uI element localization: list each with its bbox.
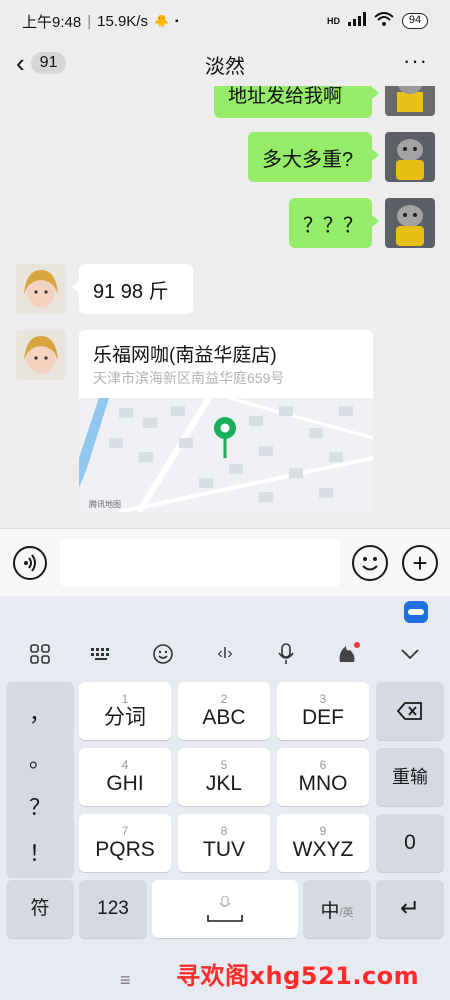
keyboard-icon[interactable]	[86, 639, 116, 669]
message-text: 多大多重?	[262, 148, 354, 171]
key-label: MNO	[298, 772, 348, 795]
watermark-text: 寻欢阁xhg521.com	[176, 962, 420, 990]
signal-icon	[348, 12, 366, 30]
collapse-icon[interactable]	[395, 639, 425, 669]
location-message-card[interactable]: 乐福网咖(南益华庭店) 天津市滨海新区南益华庭659号 腾讯地图	[79, 330, 373, 512]
lang-sub-label: /英	[339, 907, 354, 919]
key-label: ABC	[202, 706, 246, 729]
symbol-comma[interactable]: ，	[6, 696, 74, 728]
key-label: 0	[404, 831, 416, 854]
network-speed: 15.9K/s	[97, 12, 148, 30]
location-map[interactable]: 腾讯地图	[79, 396, 373, 512]
keyboard-toolbar: ‹I›	[0, 631, 450, 675]
key-number: 6	[319, 758, 327, 772]
hd-icon: HD	[327, 16, 340, 26]
space-key[interactable]	[152, 880, 298, 938]
key-label: DEF	[302, 706, 344, 729]
ime-keyboard: ‹I› ， 。 ？ ！ 1 分词 2 ABC 3 DEF 4 GHI 5 JKL…	[0, 597, 450, 1000]
key-number: 4	[121, 758, 129, 772]
backspace-icon	[397, 702, 422, 720]
chat-header: ‹ 91 淡然 ···	[0, 42, 450, 86]
map-credit: 腾讯地图	[89, 500, 121, 509]
key-number: 3	[319, 692, 327, 706]
space-bar-icon	[207, 915, 243, 922]
message-text: 91 98 斤	[93, 280, 169, 303]
key-number: 8	[220, 824, 228, 838]
message-bubble-outgoing[interactable]: 地址发给我啊	[214, 86, 379, 118]
status-time: 上午9:48	[22, 13, 82, 31]
message-bubble-outgoing[interactable]: 多大多重?	[248, 132, 379, 182]
key-4[interactable]: 4 GHI	[79, 748, 171, 806]
key-number: 5	[220, 758, 228, 772]
lang-main-label: 中	[320, 900, 340, 922]
my-avatar[interactable]	[385, 86, 435, 116]
language-switch-key[interactable]: 中 /英	[303, 880, 371, 938]
zero-key[interactable]: 0	[376, 814, 444, 872]
symbol-question[interactable]: ？	[6, 790, 74, 822]
my-avatar[interactable]	[385, 198, 435, 248]
backspace-key[interactable]	[376, 682, 444, 740]
grid-icon[interactable]	[25, 639, 55, 669]
more-options-button[interactable]: ···	[403, 48, 428, 74]
message-list[interactable]: 地址发给我啊 多大多重? ？？？ 91 98 斤 乐福网咖(南益华庭店) 天津市…	[0, 86, 450, 526]
key-label: TUV	[203, 838, 245, 861]
enter-icon: ↵	[399, 895, 421, 922]
tiny-dot-icon: ▪	[174, 15, 179, 27]
contact-avatar[interactable]	[16, 330, 66, 380]
message-input-bar: +	[0, 528, 450, 596]
key-5[interactable]: 5 JKL	[178, 748, 270, 806]
key-2[interactable]: 2 ABC	[178, 682, 270, 740]
more-actions-button[interactable]: +	[402, 545, 438, 581]
key-number: 1	[121, 692, 129, 706]
key-label: JKL	[205, 772, 243, 795]
numbers-key[interactable]: 123	[79, 880, 147, 938]
space-mic-icon	[219, 896, 231, 908]
key-9[interactable]: 9 WXYZ	[277, 814, 369, 872]
mic-icon[interactable]	[271, 639, 301, 669]
cursor-icon[interactable]: ‹I›	[210, 639, 240, 669]
key-1[interactable]: 1 分词	[79, 682, 171, 740]
reenter-key[interactable]: 重输	[376, 748, 444, 806]
key-6[interactable]: 6 MNO	[277, 748, 369, 806]
notification-icon: 🐥	[153, 14, 169, 28]
status-divider: |	[87, 12, 92, 30]
message-text: 地址发给我啊	[228, 86, 343, 107]
message-bubble-incoming[interactable]: 91 98 斤	[72, 264, 193, 314]
symbol-exclamation[interactable]: ！	[6, 836, 74, 868]
key-label: PQRS	[95, 838, 155, 861]
key-label: 123	[97, 898, 129, 919]
skin-icon[interactable]	[333, 639, 363, 669]
voice-input-button[interactable]	[13, 546, 47, 580]
key-8[interactable]: 8 TUV	[178, 814, 270, 872]
emoji-button[interactable]	[352, 545, 388, 581]
symbols-key[interactable]: 符	[6, 880, 74, 938]
location-address: 天津市滨海新区南益华庭659号	[93, 370, 285, 386]
key-number: 9	[319, 824, 327, 838]
menu-icon[interactable]: ≡	[120, 970, 131, 991]
contact-avatar[interactable]	[16, 264, 66, 314]
chat-title: 淡然	[205, 56, 245, 78]
emoji-icon[interactable]	[148, 639, 178, 669]
key-label: 重输	[392, 767, 428, 787]
battery-indicator: 94	[402, 13, 428, 29]
key-label: WXYZ	[292, 838, 354, 861]
enter-key[interactable]: ↵	[376, 880, 444, 938]
wifi-icon	[374, 12, 394, 30]
message-input[interactable]	[60, 539, 340, 587]
key-label: 分词	[104, 706, 146, 729]
my-avatar[interactable]	[385, 132, 435, 182]
key-label: GHI	[106, 772, 144, 795]
key-3[interactable]: 3 DEF	[277, 682, 369, 740]
ime-mascot-icon[interactable]	[404, 601, 428, 623]
message-bubble-outgoing[interactable]: ？？？	[289, 198, 379, 248]
symbol-column[interactable]: ， 。 ？ ！	[6, 682, 74, 878]
key-label: 符	[30, 898, 50, 919]
key-7[interactable]: 7 PQRS	[79, 814, 171, 872]
message-text: ？？？	[303, 214, 363, 237]
status-bar: 上午9:48 | 15.9K/s 🐥 ▪ HD 94	[0, 0, 450, 42]
key-number: 7	[121, 824, 129, 838]
symbol-period[interactable]: 。	[6, 742, 74, 774]
key-number: 2	[220, 692, 228, 706]
location-name: 乐福网咖(南益华庭店)	[93, 345, 277, 366]
